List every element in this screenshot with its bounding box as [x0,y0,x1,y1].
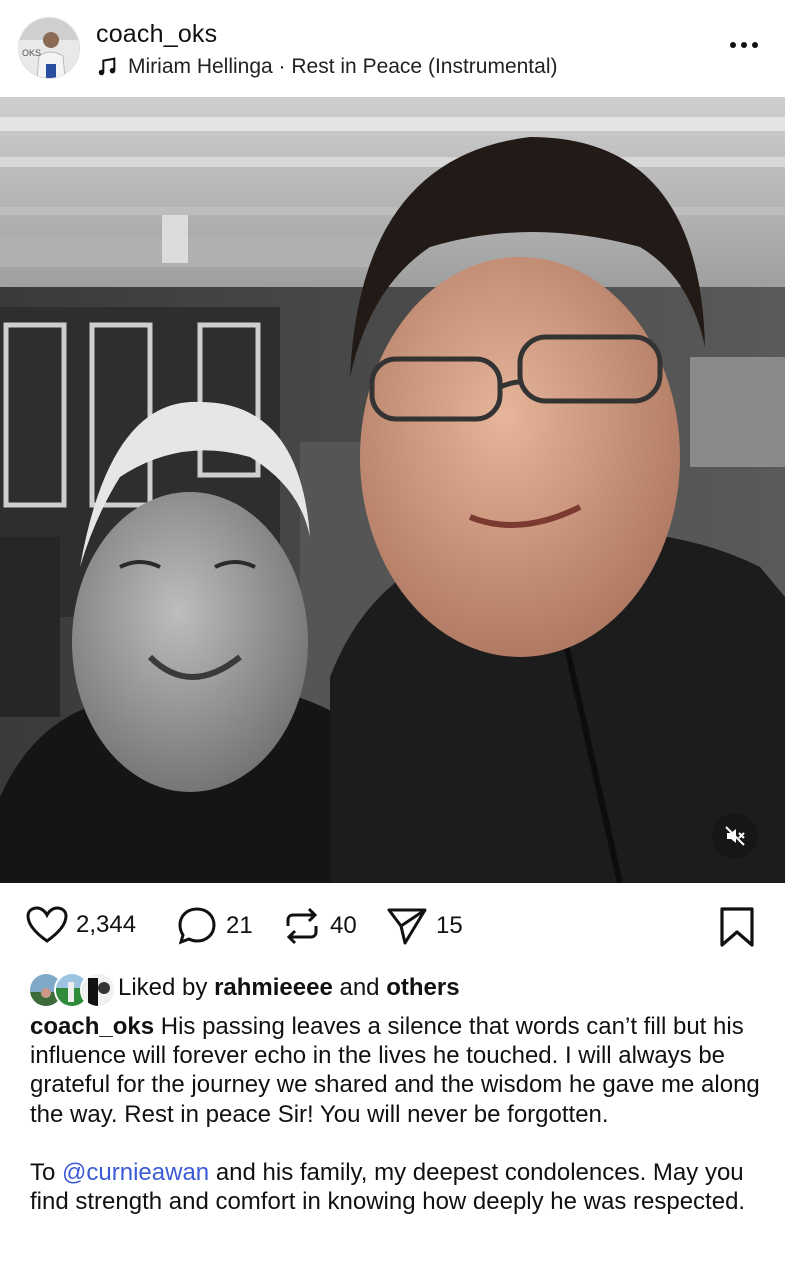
repost-button[interactable]: 40 [282,906,357,946]
liked-by-others[interactable]: others [386,974,459,1002]
post-header: OKS coach_oks Miriam Hellinga · Rest in … [0,0,785,97]
liker-avatars [28,971,116,1008]
likes-count: 2,344 [76,911,137,938]
send-icon [387,908,427,945]
caption-to: To [30,1158,56,1186]
audio-artist: Miriam Hellinga [128,55,273,78]
audio-track[interactable]: Miriam Hellinga · Rest in Peace (Instrum… [96,55,557,79]
speaker-muted-icon [725,826,745,846]
heart-icon [26,906,68,943]
comment-button[interactable]: 21 [176,906,253,946]
avatar[interactable]: OKS [18,17,80,79]
caption-author[interactable]: coach_oks [30,1013,154,1040]
liked-by-prefix: Liked by [118,974,208,1001]
reposts-count: 40 [330,912,357,939]
liked-by-user[interactable]: rahmieeee [214,974,333,1002]
bookmark-icon [720,907,754,947]
liked-by-and: and [339,974,380,1001]
action-bar: 2,344 21 40 15 [0,900,785,956]
username[interactable]: coach_oks [96,20,217,49]
audio-separator: · [272,55,292,78]
liked-by-row[interactable]: Liked by rahmieeee and others [28,968,460,1008]
audio-title: Rest in Peace (Instrumental) [291,55,558,78]
more-options-icon [730,42,758,48]
liker-avatar [80,972,116,1008]
share-button[interactable]: 15 [386,906,463,946]
avatar-image: OKS [19,18,79,78]
music-note-icon [98,57,116,76]
mute-toggle[interactable] [712,813,758,859]
bookmark-button[interactable] [718,906,756,953]
comment-icon [178,907,216,945]
mention-link[interactable]: @curnieawan [62,1159,209,1186]
svg-text:OKS: OKS [22,48,41,58]
comments-count: 21 [226,912,253,939]
photo-scene [0,97,785,883]
like-button[interactable]: 2,344 [26,906,136,944]
shares-count: 15 [436,912,463,939]
caption-paragraph-1: coach_oks His passing leaves a silence t… [30,1012,760,1129]
more-options-button[interactable] [727,30,761,60]
post-photo[interactable] [0,97,785,883]
repost-icon [286,907,318,945]
caption: coach_oks His passing leaves a silence t… [30,1012,760,1216]
caption-paragraph-2: To @curnieawan and his family, my deepes… [30,1158,760,1216]
